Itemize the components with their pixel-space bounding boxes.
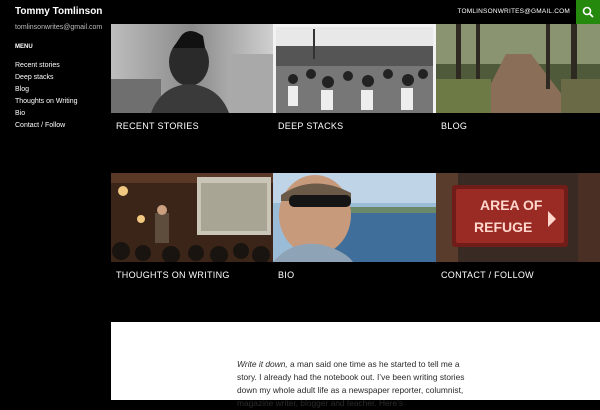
site-title[interactable]: Tommy Tomlinson (15, 6, 102, 17)
sidebar-item-contact-follow[interactable]: Contact / Follow (15, 120, 78, 132)
tile-label: BIO (278, 270, 295, 280)
portrait-image (111, 24, 273, 113)
tile-recent-stories[interactable]: RECENT STORIES (111, 24, 273, 173)
sidebar-item-deep-stacks[interactable]: Deep stacks (15, 72, 78, 84)
search-button[interactable] (576, 0, 600, 24)
tile-label: DEEP STACKS (278, 121, 344, 131)
tile-blog[interactable]: BLOG (436, 24, 600, 173)
bio-photo-image (273, 173, 436, 262)
lecture-hall-image (111, 173, 273, 262)
menu-heading: MENU (15, 44, 33, 50)
tile-contact-follow[interactable]: AREA OF REFUGE CONTACT / FOLLOW (436, 173, 600, 322)
tile-deep-stacks[interactable]: DEEP STACKS (273, 24, 436, 173)
tile-label: BLOG (441, 121, 468, 131)
sidebar-item-thoughts-on-writing[interactable]: Thoughts on Writing (15, 96, 78, 108)
tile-label: CONTACT / FOLLOW (441, 270, 534, 280)
intro-paragraph: Write it down, a man said one time as he… (237, 358, 475, 410)
header-email-link[interactable]: TOMLINSONWRITES@GMAIL.COM (457, 8, 570, 15)
crowd-image (273, 24, 436, 113)
tile-label: RECENT STORIES (116, 121, 199, 131)
sidebar-item-recent-stories[interactable]: Recent stories (15, 60, 78, 72)
sign-line-1: AREA OF (480, 197, 543, 213)
sidebar-item-blog[interactable]: Blog (15, 84, 78, 96)
search-icon (582, 6, 594, 18)
sidebar-menu: Recent stories Deep stacks Blog Thoughts… (15, 60, 78, 132)
intro-italic-lead: Write it down, (237, 359, 288, 369)
sidebar-item-bio[interactable]: Bio (15, 108, 78, 120)
tile-thoughts-on-writing[interactable]: THOUGHTS ON WRITING (111, 173, 273, 322)
tile-label: THOUGHTS ON WRITING (116, 270, 230, 280)
site-description: tomlinsonwrites@gmail.com (15, 24, 103, 31)
tile-bio[interactable]: BIO (273, 173, 436, 322)
forest-road-image (436, 24, 600, 113)
top-bar: Tommy Tomlinson TOMLINSONWRITES@GMAIL.CO… (0, 0, 600, 24)
intro-content: Write it down, a man said one time as he… (111, 322, 600, 408)
sidebar: tomlinsonwrites@gmail.com MENU Recent st… (0, 24, 110, 400)
sign-line-2: REFUGE (474, 219, 532, 235)
area-of-refuge-sign-image: AREA OF REFUGE (436, 173, 600, 262)
